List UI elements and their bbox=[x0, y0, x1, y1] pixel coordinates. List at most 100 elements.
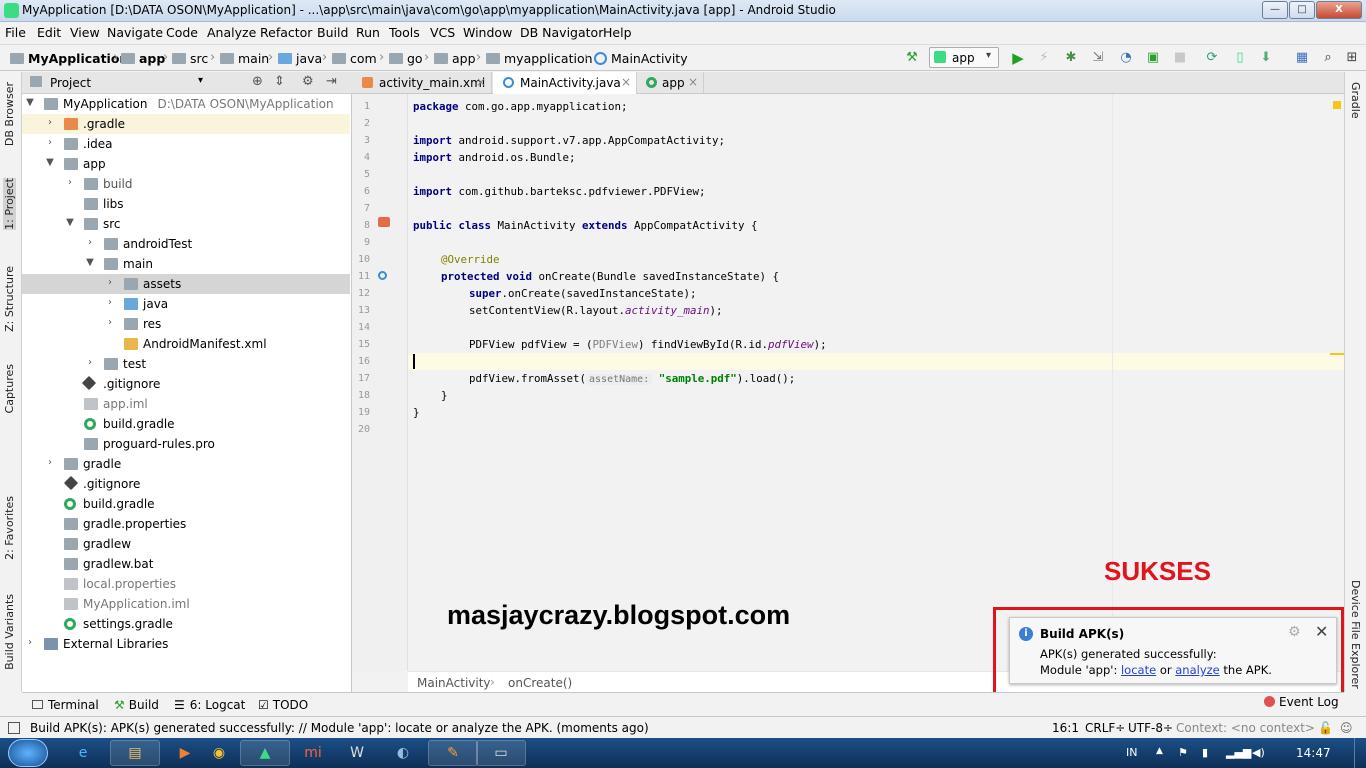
tree-item[interactable]: AndroidManifest.xml bbox=[22, 334, 350, 354]
mi-icon[interactable]: mi bbox=[288, 740, 338, 766]
status-message[interactable]: Build APK(s): APK(s) generated successfu… bbox=[30, 721, 649, 735]
clock[interactable]: 14:47 bbox=[1296, 746, 1331, 760]
menu-help[interactable]: Help bbox=[603, 25, 632, 40]
search-icon[interactable]: ⌕ bbox=[1320, 50, 1336, 66]
tree-item[interactable]: settings.gradle bbox=[22, 614, 350, 634]
chevron-down-icon[interactable]: ▾ bbox=[198, 75, 203, 86]
settings-icon[interactable]: ⊞ bbox=[1344, 50, 1360, 66]
volume-icon[interactable]: ◀) bbox=[1252, 746, 1265, 759]
menu-navigate[interactable]: Navigate bbox=[107, 25, 163, 40]
tree-item[interactable]: app.iml bbox=[22, 394, 350, 414]
tree-item[interactable]: ▼ app bbox=[22, 154, 350, 174]
menu-file[interactable]: File bbox=[5, 25, 26, 40]
crumb-java[interactable]: java bbox=[278, 51, 322, 66]
tree-item[interactable]: libs bbox=[22, 194, 350, 214]
file-encoding[interactable]: UTF-8÷ bbox=[1128, 721, 1173, 735]
crumb-src[interactable]: src bbox=[172, 51, 208, 66]
menu-analyze[interactable]: Analyze bbox=[207, 25, 256, 40]
tab-captures[interactable]: Captures bbox=[3, 364, 16, 413]
hide-panel-icon[interactable]: ⇥ bbox=[326, 74, 337, 89]
tree-item[interactable]: › test bbox=[22, 354, 350, 374]
tree-item[interactable]: MyApplication.iml bbox=[22, 594, 350, 614]
language-indicator[interactable]: IN bbox=[1126, 746, 1137, 759]
menu-vcs[interactable]: VCS bbox=[430, 25, 455, 40]
tree-item[interactable]: .gitignore bbox=[22, 474, 350, 494]
crumb-app-pkg[interactable]: app bbox=[434, 51, 476, 66]
tab-app-gradle[interactable]: app × bbox=[638, 72, 704, 94]
menu-build[interactable]: Build bbox=[317, 25, 348, 40]
tree-item[interactable]: ▼ src bbox=[22, 214, 350, 234]
android-studio-icon[interactable]: ▲ bbox=[240, 740, 290, 766]
avd-manager-icon[interactable]: ▯ bbox=[1232, 50, 1248, 66]
scroll-from-source-icon[interactable]: ⊕ bbox=[252, 74, 263, 89]
crumb-project[interactable]: MyApplication bbox=[10, 51, 128, 66]
tab-terminal[interactable]: Terminal bbox=[32, 698, 99, 712]
menu-view[interactable]: View bbox=[70, 25, 100, 40]
menu-db-navigator[interactable]: DB Navigator bbox=[520, 25, 603, 40]
tab-mainactivity-java[interactable]: MainActivity.java × bbox=[493, 72, 637, 94]
inspector-icon[interactable]: ☺ bbox=[1340, 721, 1353, 735]
gear-icon[interactable]: ⚙ bbox=[302, 74, 314, 89]
tree-item[interactable]: proguard-rules.pro bbox=[22, 434, 350, 454]
tree-item[interactable]: › External Libraries bbox=[22, 634, 350, 654]
show-hidden-icons[interactable]: ▲ bbox=[1156, 746, 1163, 756]
gear-icon[interactable]: ⚙ bbox=[1288, 624, 1301, 640]
menu-refactor[interactable]: Refactor bbox=[260, 25, 312, 40]
show-desktop-button[interactable] bbox=[1354, 738, 1366, 768]
writer-icon[interactable]: W bbox=[332, 740, 382, 766]
tree-item[interactable]: › .gradle bbox=[22, 114, 350, 134]
tree-item[interactable]: › res bbox=[22, 314, 350, 334]
tab-activity-main-xml[interactable]: activity_main.xml × bbox=[352, 72, 492, 94]
battery-icon[interactable]: ▮ bbox=[1202, 746, 1208, 759]
project-view-select[interactable]: Project bbox=[50, 76, 91, 90]
crumb-myapplication[interactable]: myapplication bbox=[486, 51, 593, 66]
tab-build-variants[interactable]: Build Variants bbox=[3, 594, 16, 670]
notepad-icon[interactable]: ▭ bbox=[476, 740, 526, 766]
sdk-manager-icon[interactable]: ⬇ bbox=[1258, 50, 1274, 66]
menu-window[interactable]: Window bbox=[463, 25, 512, 40]
minimize-button[interactable]: — bbox=[1262, 1, 1288, 19]
crumb-app[interactable]: app bbox=[121, 51, 165, 66]
close-icon[interactable]: × bbox=[621, 75, 631, 89]
project-structure-icon[interactable]: ▦ bbox=[1294, 50, 1310, 66]
collapse-all-icon[interactable]: ⇕ bbox=[274, 74, 285, 89]
tree-item-selected[interactable]: › assets bbox=[22, 274, 350, 294]
tab-db-browser[interactable]: DB Browser bbox=[3, 82, 16, 146]
tab-structure[interactable]: Z: Structure bbox=[3, 266, 16, 332]
tree-item[interactable]: gradlew.bat bbox=[22, 554, 350, 574]
tree-item[interactable]: gradlew bbox=[22, 534, 350, 554]
profile-icon[interactable]: ◔ bbox=[1118, 50, 1134, 66]
inspection-status-icon[interactable] bbox=[1333, 101, 1341, 109]
toggle-tool-windows-icon[interactable] bbox=[8, 722, 20, 734]
attach-debugger-icon[interactable]: ⇲ bbox=[1090, 50, 1106, 66]
chat-icon[interactable]: ◐ bbox=[378, 740, 428, 766]
tab-favorites[interactable]: 2: Favorites bbox=[3, 496, 16, 560]
tree-item[interactable]: › build bbox=[22, 174, 350, 194]
ie-icon[interactable]: e bbox=[58, 740, 108, 766]
close-icon[interactable]: × bbox=[688, 75, 698, 89]
run-config-select[interactable]: app ▾ bbox=[929, 47, 999, 68]
activity-marker-icon[interactable] bbox=[378, 217, 390, 227]
tree-item[interactable]: build.gradle bbox=[22, 414, 350, 434]
crumb-mainactivity[interactable]: MainActivity bbox=[594, 51, 688, 66]
caret-position[interactable]: 16:1 bbox=[1052, 721, 1079, 735]
sync-icon[interactable]: ⟳ bbox=[1204, 50, 1220, 66]
explorer-icon[interactable]: ▤ bbox=[110, 740, 160, 766]
override-marker-icon[interactable] bbox=[378, 271, 387, 280]
crumb-com[interactable]: com bbox=[332, 51, 377, 66]
tree-item[interactable]: › .idea bbox=[22, 134, 350, 154]
lock-icon[interactable]: 🔓 bbox=[1318, 721, 1333, 735]
tab-device-file-explorer[interactable]: Device File Explorer bbox=[1349, 580, 1362, 689]
chrome-icon[interactable]: ◉ bbox=[194, 740, 244, 766]
paint-icon[interactable]: ✎ bbox=[428, 740, 478, 766]
stop-icon[interactable]: ■ bbox=[1172, 50, 1188, 66]
analyze-link[interactable]: analyze bbox=[1175, 663, 1220, 677]
close-button[interactable]: X bbox=[1316, 1, 1362, 19]
menu-edit[interactable]: Edit bbox=[37, 25, 61, 40]
tab-build[interactable]: ⚒ Build bbox=[114, 698, 159, 712]
tree-item[interactable]: › java bbox=[22, 294, 350, 314]
maximize-button[interactable]: □ bbox=[1289, 1, 1315, 19]
tree-item[interactable]: local.properties bbox=[22, 574, 350, 594]
run-icon[interactable]: ▶ bbox=[1010, 50, 1026, 66]
menu-code[interactable]: Code bbox=[166, 25, 198, 40]
